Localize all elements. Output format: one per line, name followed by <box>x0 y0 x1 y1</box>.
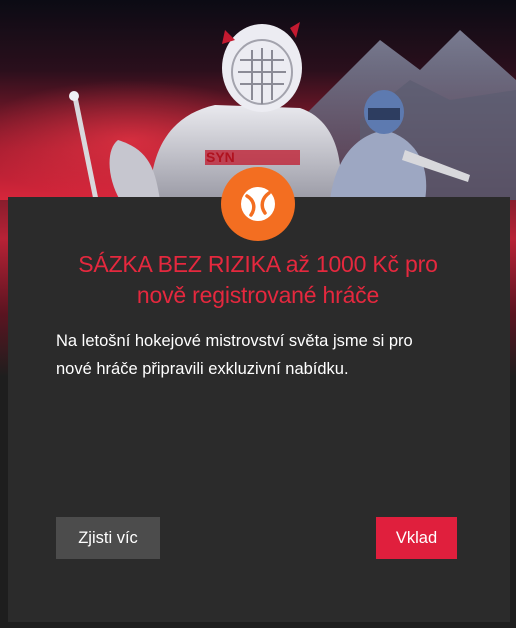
deposit-button[interactable]: Vklad <box>376 517 457 559</box>
jersey-text: SYN <box>206 149 235 165</box>
promo-description: Na letošní hokejové mistrovství světa js… <box>56 327 456 383</box>
description-line-1: Na letošní hokejové mistrovství světa js… <box>56 332 413 350</box>
headline-line-1: SÁZKA BEZ RIZIKA až 1000 Kč pro <box>78 251 438 277</box>
promo-headline: SÁZKA BEZ RIZIKA až 1000 Kč pro nově reg… <box>8 249 508 311</box>
tennis-ball-icon <box>241 187 275 221</box>
learn-more-button[interactable]: Zjisti víc <box>56 517 160 559</box>
brand-logo-icon <box>221 167 295 241</box>
headline-line-2: nově registrované hráče <box>136 282 380 308</box>
description-line-2: nové hráče připravili exkluzivní nabídku… <box>56 360 349 378</box>
